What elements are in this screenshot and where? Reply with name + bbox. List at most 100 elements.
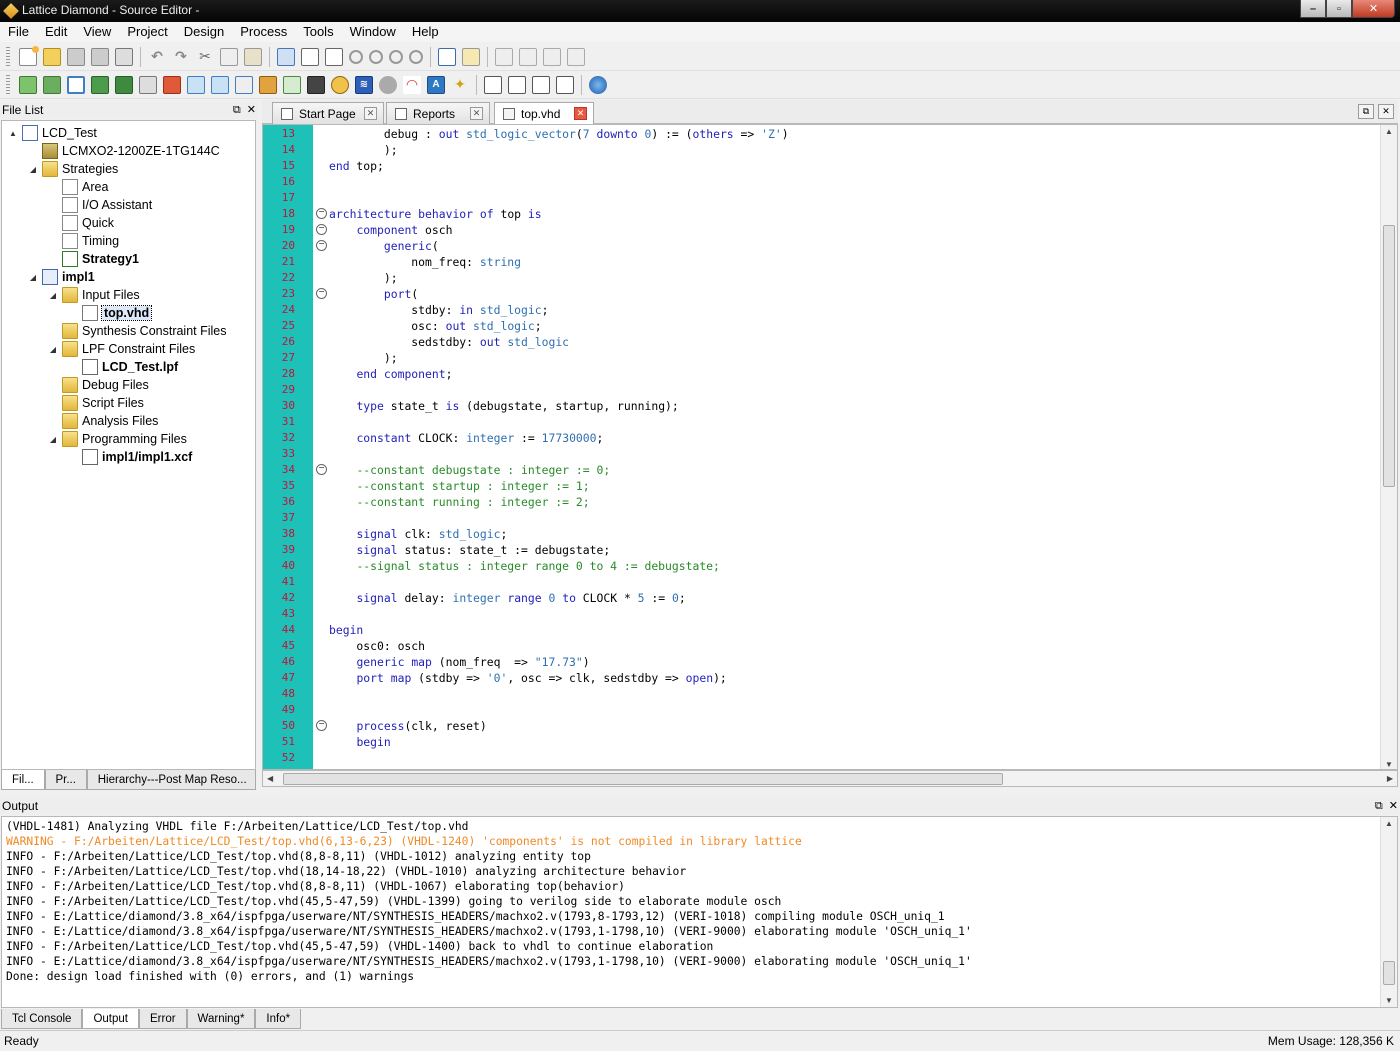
code-line[interactable]: generic( xyxy=(329,238,439,254)
close-tab-icon[interactable]: ✕ xyxy=(574,107,587,120)
code-line[interactable]: ); xyxy=(329,270,398,286)
cut-icon[interactable]: ✂ xyxy=(196,48,214,66)
find-icon[interactable] xyxy=(277,47,295,66)
ip-express-icon[interactable] xyxy=(43,75,61,94)
fold-toggle-icon[interactable]: − xyxy=(316,224,327,235)
undo-icon[interactable]: ↶ xyxy=(148,48,166,66)
netlist-view-icon[interactable] xyxy=(235,75,253,94)
fold-toggle-icon[interactable]: − xyxy=(316,720,327,731)
expand-toggle-icon[interactable]: ◢ xyxy=(28,165,38,174)
tree-item[interactable]: Debug Files xyxy=(48,376,149,394)
tree-item[interactable]: top.vhd xyxy=(68,304,153,322)
code-line[interactable]: begin xyxy=(329,622,363,638)
code-line[interactable]: type state_t is (debugstate, startup, ru… xyxy=(329,398,678,414)
tree-item[interactable]: Analysis Files xyxy=(48,412,158,430)
tree-item[interactable]: Quick xyxy=(48,214,114,232)
netlist-icon[interactable] xyxy=(91,75,109,94)
fold-toggle-icon[interactable]: − xyxy=(316,208,327,219)
left-tab[interactable]: Hierarchy---Post Map Reso... xyxy=(86,770,257,790)
scroll-up-icon[interactable]: ▲ xyxy=(1385,819,1393,828)
source-editor[interactable]: debug : out std_logic_vector(7 downto 0)… xyxy=(262,124,1398,770)
vertical-scrollbar[interactable]: ▲ ▼ xyxy=(1380,125,1397,769)
spreadsheet-icon[interactable] xyxy=(115,75,133,94)
zoom-area-icon[interactable] xyxy=(409,49,423,64)
menu-file[interactable]: File xyxy=(0,22,37,42)
task-icon[interactable] xyxy=(462,47,480,66)
tab-tcl-console[interactable]: Tcl Console xyxy=(1,1009,83,1029)
open-file-icon[interactable] xyxy=(43,47,61,66)
toolbar-grip[interactable] xyxy=(6,46,10,67)
output-scrollbar[interactable]: ▲ ▼ xyxy=(1380,817,1397,1007)
expand-toggle-icon[interactable]: ◢ xyxy=(28,273,38,282)
code-line[interactable]: port map (stdby => '0', osc => clk, seds… xyxy=(329,670,726,686)
close-tab-icon[interactable]: ✕ xyxy=(364,107,377,120)
zoom-fit-icon[interactable] xyxy=(389,49,403,64)
tab-error[interactable]: Error xyxy=(138,1009,187,1029)
close-panel-icon[interactable]: ✕ xyxy=(247,101,256,119)
print-icon[interactable] xyxy=(115,47,133,66)
layout-4-icon[interactable] xyxy=(556,75,574,94)
code-line[interactable]: osc0: osch xyxy=(329,638,425,654)
tree-item[interactable]: ◢ Strategies xyxy=(28,160,118,178)
tree-item[interactable]: LCD_Test.lpf xyxy=(68,358,178,376)
search-tool-icon[interactable] xyxy=(379,75,397,94)
simulation-icon[interactable] xyxy=(283,75,301,94)
zoom-in-icon[interactable] xyxy=(349,49,363,64)
menu-project[interactable]: Project xyxy=(119,22,175,42)
tree-item[interactable]: LCMXO2-1200ZE-1TG144C xyxy=(28,142,220,160)
scroll-right-icon[interactable]: ▶ xyxy=(1387,774,1393,783)
tab-reports[interactable]: Reports ✕ xyxy=(386,102,490,124)
layout-1-icon[interactable] xyxy=(484,75,502,94)
process-run-icon[interactable] xyxy=(19,75,37,94)
expand-toggle-icon[interactable]: ◢ xyxy=(48,345,58,354)
code-line[interactable]: ); xyxy=(329,142,398,158)
scroll-down-icon[interactable]: ▼ xyxy=(1385,760,1393,769)
menu-design[interactable]: Design xyxy=(176,22,232,42)
floorplan-icon[interactable] xyxy=(163,75,181,94)
tree-item[interactable]: Area xyxy=(48,178,108,196)
tree-item[interactable]: I/O Assistant xyxy=(48,196,152,214)
layout-3-icon[interactable] xyxy=(532,75,550,94)
menu-help[interactable]: Help xyxy=(404,22,447,42)
menu-view[interactable]: View xyxy=(75,22,119,42)
reveal-icon[interactable] xyxy=(259,75,277,94)
code-line[interactable]: end top; xyxy=(329,158,384,174)
tree-item[interactable]: ◢ Programming Files xyxy=(48,430,187,448)
ecc-icon[interactable] xyxy=(307,75,325,94)
horizontal-scrollbar[interactable]: ◀ ▶ xyxy=(262,770,1398,787)
code-line[interactable]: signal clk: std_logic; xyxy=(329,526,507,542)
float-output-icon[interactable]: ⧉ xyxy=(1375,797,1383,815)
wand-icon[interactable]: ✦ xyxy=(451,76,469,94)
output-scroll-thumb[interactable] xyxy=(1383,961,1395,985)
code-line[interactable]: ); xyxy=(329,350,398,366)
run-icon[interactable] xyxy=(495,47,513,66)
code-line[interactable]: sedstdby: out std_logic xyxy=(329,334,569,350)
float-panel-icon[interactable]: ⧉ xyxy=(233,101,241,119)
stop-icon[interactable] xyxy=(567,47,585,66)
expand-toggle-icon[interactable]: ◢ xyxy=(48,435,58,444)
close-editor-icon[interactable]: ✕ xyxy=(1378,104,1394,119)
vertical-scroll-thumb[interactable] xyxy=(1383,225,1395,487)
tree-item[interactable]: Timing xyxy=(48,232,119,250)
left-tab[interactable]: Fil... xyxy=(1,770,45,790)
code-line[interactable]: begin xyxy=(329,734,390,750)
layout-2-icon[interactable] xyxy=(508,75,526,94)
power-calc-icon[interactable] xyxy=(211,75,229,94)
save-all-icon[interactable] xyxy=(91,47,109,66)
left-tab[interactable]: Pr... xyxy=(44,770,87,790)
tab-start-page[interactable]: Start Page ✕ xyxy=(272,102,384,124)
code-line[interactable]: constant CLOCK: integer := 17730000; xyxy=(329,430,603,446)
tab-info[interactable]: Info* xyxy=(255,1009,302,1029)
code-line[interactable]: debug : out std_logic_vector(7 downto 0)… xyxy=(329,126,789,142)
menu-tools[interactable]: Tools xyxy=(295,22,341,42)
table-icon[interactable] xyxy=(301,47,319,66)
tree-item[interactable]: ▲ LCD_Test xyxy=(8,124,97,142)
minimize-button[interactable]: – xyxy=(1300,0,1326,18)
refresh-icon[interactable] xyxy=(543,47,561,66)
deployment-icon[interactable]: ≋ xyxy=(355,75,373,94)
close-output-icon[interactable]: ✕ xyxy=(1389,797,1398,815)
tree-item[interactable]: impl1/impl1.xcf xyxy=(68,448,192,466)
new-file-icon[interactable] xyxy=(19,45,39,66)
expand-toggle-icon[interactable]: ◢ xyxy=(48,291,58,300)
scroll-down-icon[interactable]: ▼ xyxy=(1385,996,1393,1005)
